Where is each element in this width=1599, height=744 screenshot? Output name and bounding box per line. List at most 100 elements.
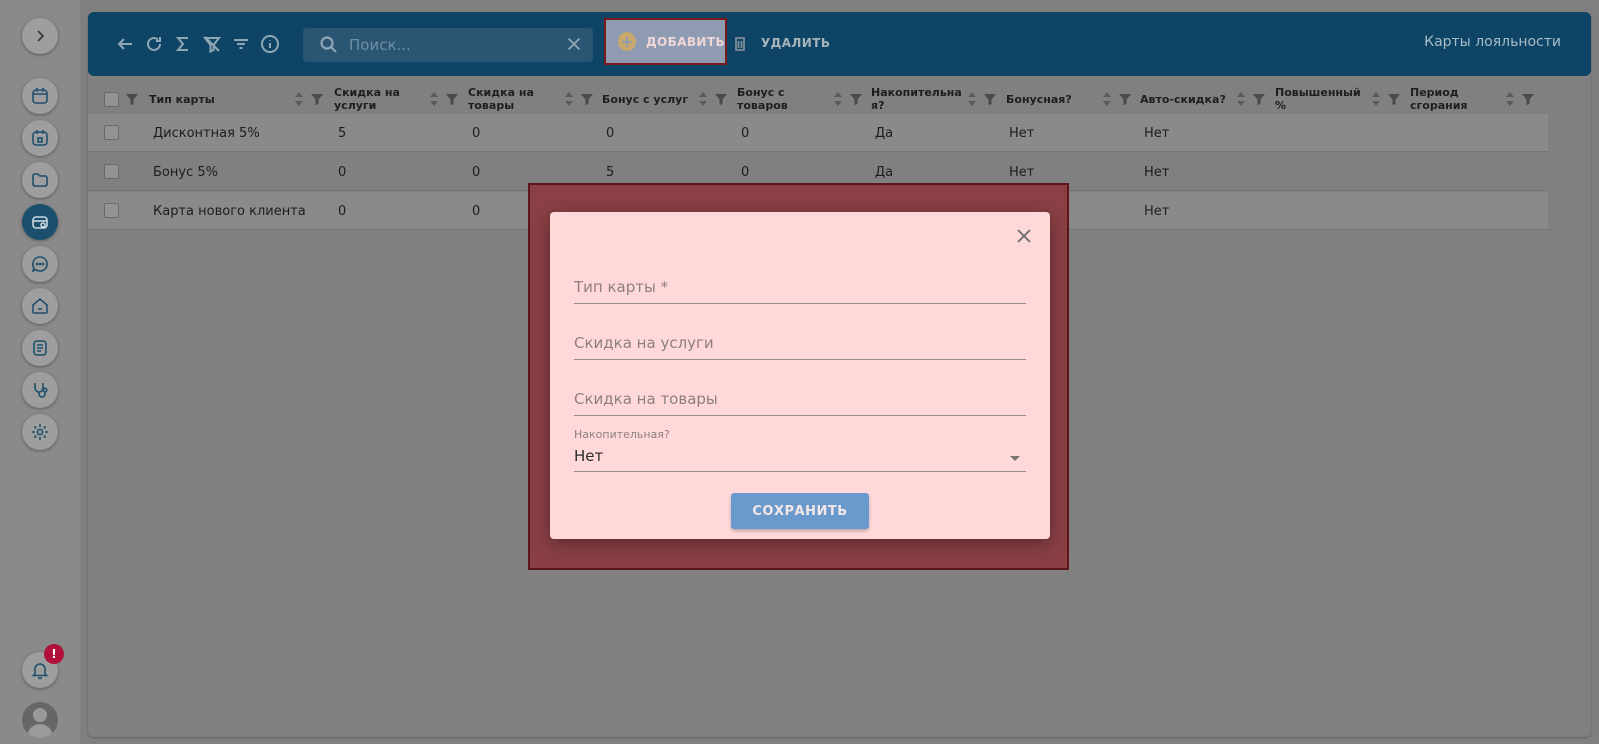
cumulative-select[interactable]: Накопительная? Нет	[574, 428, 1026, 472]
table-row[interactable]: Дисконтная 5% 5 0 0 0 Да Нет Нет	[88, 114, 1548, 152]
arrow-left-icon	[117, 38, 132, 50]
table-cell: 0	[472, 165, 481, 180]
table-cell: 0	[338, 165, 347, 180]
settings-nav-button[interactable]	[22, 414, 58, 450]
column-title: Скидка на услуги	[334, 86, 400, 112]
info-button[interactable]	[259, 33, 281, 55]
document-icon	[33, 340, 47, 356]
column-header[interactable]: Авто-скидка?	[1140, 84, 1240, 114]
table-header: Тип карты Скидка на услуги Скидка на тов…	[88, 84, 1548, 114]
page-title: Карты лояльности	[1424, 34, 1561, 50]
filter-lines-icon	[234, 39, 248, 49]
service-discount-field[interactable]: Скидка на услуги	[574, 328, 1026, 360]
column-header[interactable]: Бонусная?	[1006, 84, 1096, 114]
table-cell: 0	[338, 204, 347, 219]
sum-button[interactable]	[172, 33, 194, 55]
column-header[interactable]: Бонус с услуг	[602, 84, 702, 114]
filter-button[interactable]	[230, 33, 252, 55]
column-title: Тип карты	[149, 92, 215, 106]
close-icon	[567, 37, 581, 51]
column-title: Бонусная?	[1006, 92, 1072, 106]
folder-nav-button[interactable]	[22, 162, 58, 198]
avatar-body-shape	[27, 724, 53, 738]
info-icon	[261, 35, 279, 53]
back-button[interactable]	[114, 33, 136, 55]
save-button[interactable]: СОХРАНИТЬ	[731, 493, 869, 529]
cumulative-value: Нет	[574, 447, 604, 465]
column-header[interactable]: Скидка на услуги	[334, 84, 414, 114]
table-cell: Да	[875, 165, 894, 180]
table-cell: 0	[472, 204, 481, 219]
cumulative-label: Накопительная?	[574, 428, 670, 441]
table-cell: Бонус 5%	[153, 165, 218, 180]
dialog-close-button[interactable]	[1014, 226, 1036, 248]
delete-button-label: УДАЛИТЬ	[761, 36, 831, 50]
calendar-nav-button[interactable]	[22, 78, 58, 114]
row-checkbox[interactable]	[104, 125, 119, 140]
select-all-checkbox[interactable]	[104, 92, 119, 107]
card-type-field[interactable]: Тип карты *	[574, 272, 1026, 304]
column-title: Повышенный %	[1275, 86, 1361, 112]
schedule-nav-button[interactable]	[22, 120, 58, 156]
toolbar: + ДОБАВИТЬ УДАЛИТЬ Карты лояльности	[88, 12, 1591, 76]
add-circle-icon: +	[618, 32, 636, 51]
bell-icon	[31, 663, 49, 680]
table-cell: 5	[606, 165, 615, 180]
table-cell: Нет	[1009, 165, 1035, 180]
trash-icon	[733, 35, 747, 51]
user-avatar[interactable]	[22, 702, 58, 738]
chat-icon	[31, 256, 48, 273]
service-discount-placeholder: Скидка на услуги	[574, 334, 714, 352]
documents-nav-button[interactable]	[22, 330, 58, 366]
expand-sidebar-button[interactable]	[22, 18, 58, 54]
add-button-label: ДОБАВИТЬ	[645, 34, 725, 49]
calendar-icon	[32, 88, 48, 104]
clear-filter-button[interactable]	[201, 33, 223, 55]
table-cell: Да	[875, 126, 894, 141]
search-box	[303, 28, 593, 62]
card-type-placeholder: Тип карты *	[574, 278, 669, 296]
goods-discount-field[interactable]: Скидка на товары	[574, 384, 1026, 416]
table-cell: 5	[338, 126, 347, 141]
search-icon	[319, 35, 339, 55]
medical-nav-button[interactable]	[22, 372, 58, 408]
table-cell: Нет	[1144, 126, 1170, 141]
gear-icon	[32, 424, 48, 440]
column-title: Бонус с услуг	[602, 92, 689, 106]
column-header[interactable]: Тип карты	[149, 84, 309, 114]
column-header[interactable]: Повышенный %	[1275, 84, 1361, 114]
column-header[interactable]: Скидка на товары	[468, 84, 548, 114]
sigma-icon	[175, 37, 188, 51]
table-cell: Нет	[1144, 165, 1170, 180]
table-cell: 0	[472, 126, 481, 141]
column-title: Период сгорания	[1410, 86, 1468, 112]
search-input[interactable]	[349, 34, 549, 56]
home-icon	[32, 297, 48, 314]
column-header[interactable]: Бонус с товаров	[737, 84, 817, 114]
column-header[interactable]: Период сгорания	[1410, 84, 1480, 114]
add-button[interactable]: + ДОБАВИТЬ	[604, 18, 727, 65]
row-checkbox[interactable]	[104, 164, 119, 179]
goods-discount-placeholder: Скидка на товары	[574, 390, 718, 408]
table-cell: 0	[606, 126, 615, 141]
column-title: Бонус с товаров	[737, 86, 788, 112]
chevron-right-icon	[37, 30, 45, 42]
add-card-dialog: Тип карты * Скидка на услуги Скидка на т…	[550, 212, 1050, 539]
chat-nav-button[interactable]	[22, 246, 58, 282]
column-title: Авто-скидка?	[1140, 92, 1226, 106]
dropdown-arrow-icon	[1010, 456, 1020, 461]
column-header[interactable]: Накопительна я?	[871, 84, 963, 114]
loyalty-nav-button[interactable]	[22, 204, 58, 240]
delete-button[interactable]: УДАЛИТЬ	[733, 30, 830, 56]
table-cell: Дисконтная 5%	[153, 126, 260, 141]
home-nav-button[interactable]	[22, 288, 58, 324]
filter-off-icon	[202, 36, 222, 54]
clear-search-button[interactable]	[565, 35, 585, 55]
table-cell: 0	[741, 165, 750, 180]
row-checkbox[interactable]	[104, 203, 119, 218]
folder-icon	[32, 173, 48, 187]
column-title: Скидка на товары	[468, 86, 534, 112]
stethoscope-icon	[34, 383, 48, 398]
notifications-button[interactable]: !	[22, 644, 64, 688]
refresh-button[interactable]	[143, 33, 165, 55]
